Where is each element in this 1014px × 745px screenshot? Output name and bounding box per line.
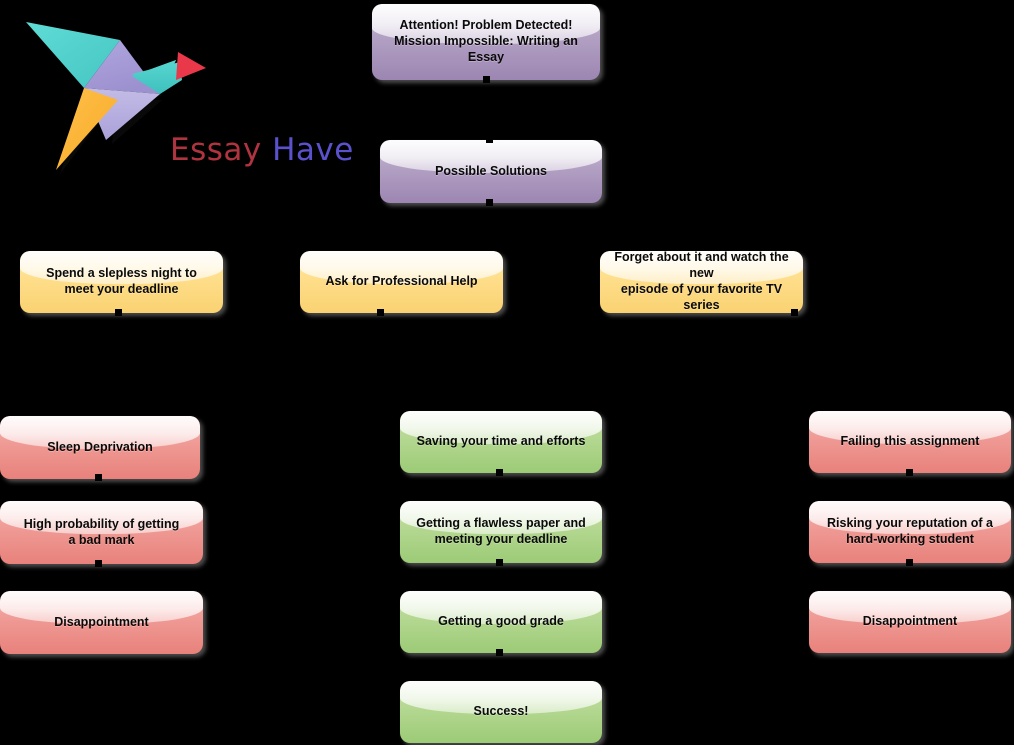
node-bad-mark-label: High probability of getting a bad mark xyxy=(10,517,193,549)
node-problem-line-2: Mission Impossible: Writing an Essay xyxy=(394,34,578,64)
node-good-grade[interactable]: Getting a good grade xyxy=(400,591,602,653)
connector-option-sleepless-bottom xyxy=(115,309,122,316)
connector-problem-to-solutions-top xyxy=(483,76,490,83)
node-sleep-deprivation[interactable]: Sleep Deprivation xyxy=(0,416,200,479)
left-1-line-1: High probability of getting xyxy=(23,516,180,531)
node-flawless-paper-label: Getting a flawless paper and meeting you… xyxy=(410,516,592,548)
node-possible-solutions-label: Possible Solutions xyxy=(435,163,547,178)
node-good-grade-label: Getting a good grade xyxy=(438,614,564,629)
connector-right-1-bottom xyxy=(906,469,913,476)
connector-mid-2-bottom xyxy=(496,559,503,566)
left-1-line-2: a bad mark xyxy=(68,532,135,547)
option-2-line-2: episode of your favorite TV series xyxy=(620,282,783,312)
node-option-watch-tv-label: Forget about it and watch the new episod… xyxy=(610,251,793,313)
node-problem[interactable]: Attention! Problem Detected! Mission Imp… xyxy=(372,4,600,80)
node-option-sleepless-night-label: Spend a slepless night to meet your dead… xyxy=(30,266,213,298)
option-0-line-2: meet your deadline xyxy=(64,282,179,296)
node-flawless-paper[interactable]: Getting a flawless paper and meeting you… xyxy=(400,501,602,563)
node-failing-assignment-label: Failing this assignment xyxy=(840,434,980,449)
diagram-canvas: Essay Have Attention! Problem Detected! … xyxy=(0,0,1014,745)
node-bad-mark[interactable]: High probability of getting a bad mark xyxy=(0,501,203,564)
connector-mid-1-bottom xyxy=(496,469,503,476)
connector-solutions-bottom xyxy=(486,199,493,206)
node-disappointment-right[interactable]: Disappointment xyxy=(809,591,1011,653)
node-risking-reputation[interactable]: Risking your reputation of a hard-workin… xyxy=(809,501,1011,563)
connector-problem-to-solutions-bottom xyxy=(486,136,493,143)
logo-word-essay: Essay xyxy=(170,132,262,168)
node-option-watch-tv[interactable]: Forget about it and watch the new episod… xyxy=(600,251,803,313)
node-problem-label: Attention! Problem Detected! Mission Imp… xyxy=(382,18,590,66)
node-success[interactable]: Success! xyxy=(400,681,602,743)
node-problem-line-1: Attention! Problem Detected! xyxy=(399,18,573,33)
node-disappointment-right-label: Disappointment xyxy=(862,614,958,629)
option-0-line-1: Spend a slepless night to xyxy=(46,266,197,281)
logo-wordmark: Essay Have xyxy=(170,132,354,168)
node-disappointment-left-label: Disappointment xyxy=(54,614,149,629)
right-1-line-2: hard-working student xyxy=(846,532,974,546)
node-risking-reputation-label: Risking your reputation of a hard-workin… xyxy=(819,516,1001,548)
node-failing-assignment[interactable]: Failing this assignment xyxy=(809,411,1011,473)
node-possible-solutions[interactable]: Possible Solutions xyxy=(380,140,602,203)
mid-1-line-2: meeting your deadline xyxy=(434,532,568,546)
right-1-line-1: Risking your reputation of a xyxy=(827,516,993,531)
essay-have-logo[interactable]: Essay Have xyxy=(20,8,353,193)
node-success-label: Success! xyxy=(473,704,529,719)
node-saving-time[interactable]: Saving your time and efforts xyxy=(400,411,602,473)
connector-option-help-bottom xyxy=(377,309,384,316)
node-sleep-deprivation-label: Sleep Deprivation xyxy=(47,439,153,454)
mid-1-line-1: Getting a flawless paper and xyxy=(416,516,586,531)
option-2-line-1: Forget about it and watch the new xyxy=(614,251,789,281)
node-disappointment-left[interactable]: Disappointment xyxy=(0,591,203,654)
node-saving-time-label: Saving your time and efforts xyxy=(416,434,586,449)
connector-left-1-bottom xyxy=(95,474,102,481)
connector-mid-3-bottom xyxy=(496,649,503,656)
node-option-sleepless-night[interactable]: Spend a slepless night to meet your dead… xyxy=(20,251,223,313)
connector-right-2-bottom xyxy=(906,559,913,566)
logo-word-have: Have xyxy=(272,132,354,168)
connector-option-tv-bottom xyxy=(791,309,798,316)
node-option-professional-help-label: Ask for Professional Help xyxy=(325,274,478,289)
connector-left-2-bottom xyxy=(95,560,102,567)
node-option-professional-help[interactable]: Ask for Professional Help xyxy=(300,251,503,313)
